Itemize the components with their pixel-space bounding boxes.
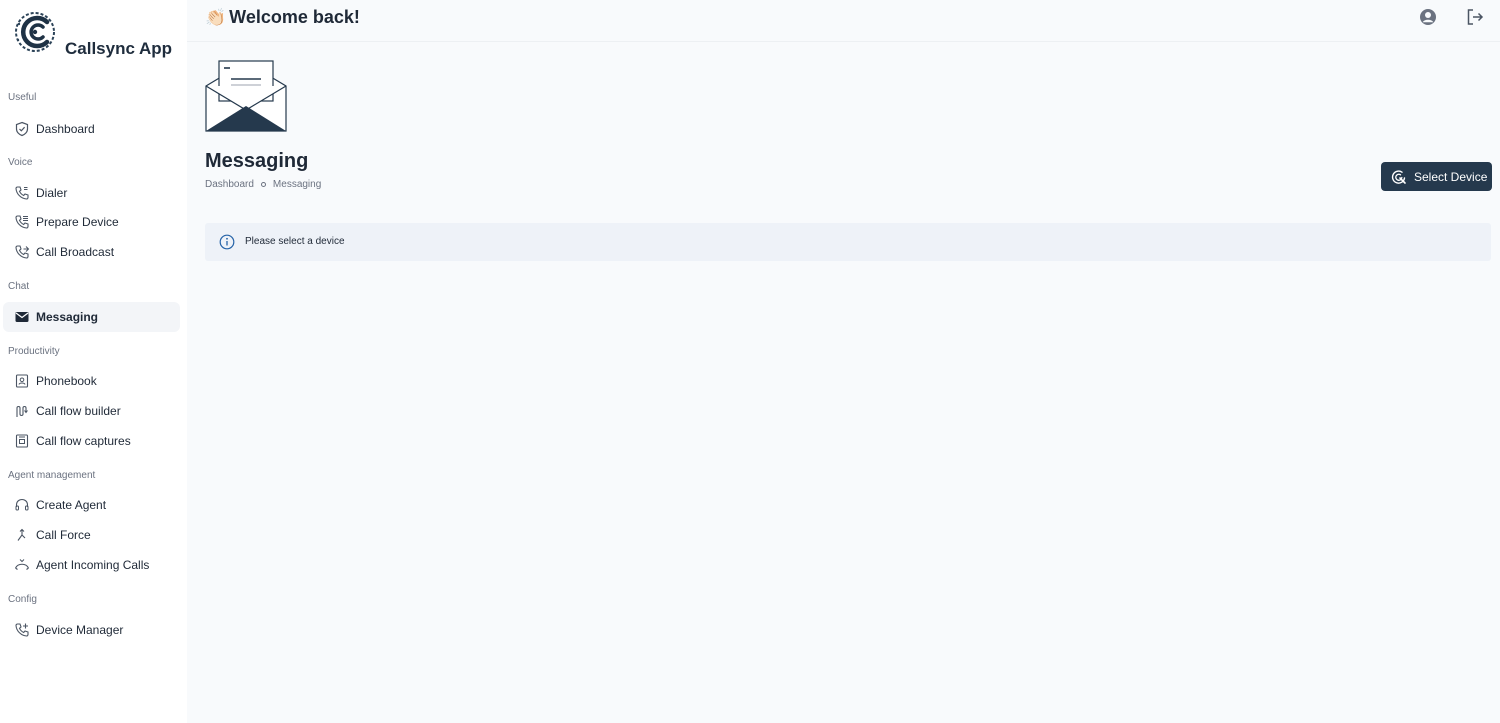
- phone-icon: [15, 186, 29, 200]
- sidebar-item-prepare-device[interactable]: Prepare Device: [3, 207, 180, 237]
- section-config: Config: [8, 594, 37, 605]
- breadcrumb-dashboard[interactable]: Dashboard: [205, 179, 254, 190]
- welcome-text: Welcome back!: [229, 7, 360, 27]
- sidebar-item-messaging[interactable]: Messaging: [3, 302, 180, 332]
- sidebar-item-create-agent[interactable]: Create Agent: [3, 490, 180, 520]
- info-alert: Please select a device: [205, 223, 1491, 261]
- sidebar-item-phonebook[interactable]: Phonebook: [3, 366, 180, 396]
- phone-forward-icon: [15, 245, 30, 259]
- phone-plus-icon: [15, 623, 29, 637]
- contact-book-icon: [15, 374, 29, 388]
- sidebar-item-label: Device Manager: [36, 623, 124, 637]
- callsync-logo-icon: [15, 12, 55, 52]
- alert-message: Please select a device: [245, 236, 345, 247]
- sidebar-item-call-force[interactable]: Call Force: [3, 520, 180, 550]
- device-search-icon: [1391, 169, 1406, 184]
- sidebar-item-label: Call Force: [36, 528, 91, 542]
- breadcrumb-current: Messaging: [272, 179, 322, 190]
- page-title: Messaging: [205, 150, 309, 172]
- sidebar-item-label: Dialer: [36, 186, 68, 200]
- sidebar-item-call-flow-builder[interactable]: Call flow builder: [3, 396, 180, 426]
- sidebar-item-dialer[interactable]: Dialer: [3, 178, 180, 208]
- headset-icon: [15, 498, 29, 511]
- sidebar-item-label: Agent Incoming Calls: [36, 558, 150, 572]
- sidebar-item-label: Create Agent: [36, 498, 107, 512]
- section-productivity: Productivity: [8, 346, 60, 357]
- user-account-icon[interactable]: [1418, 7, 1438, 27]
- select-device-button[interactable]: Select Device: [1381, 162, 1492, 191]
- flow-icon: [16, 405, 28, 417]
- sidebar-item-agent-incoming-calls[interactable]: Agent Incoming Calls: [3, 550, 180, 580]
- capture-icon: [15, 434, 29, 448]
- section-agent-management: Agent management: [8, 470, 96, 481]
- section-voice: Voice: [8, 157, 33, 168]
- envelope-icon: [15, 312, 29, 322]
- sidebar-item-call-broadcast[interactable]: Call Broadcast: [3, 237, 180, 267]
- breadcrumb-separator: [260, 182, 266, 187]
- phone-lines-icon: [15, 215, 29, 229]
- sidebar-item-label: Prepare Device: [36, 215, 119, 229]
- sidebar-item-label: Dashboard: [36, 122, 95, 136]
- logout-icon[interactable]: [1465, 7, 1485, 27]
- info-icon: [219, 234, 235, 250]
- sidebar-item-device-manager[interactable]: Device Manager: [3, 615, 180, 645]
- shield-check-icon: [15, 121, 29, 137]
- sidebar-item-call-flow-captures[interactable]: Call flow captures: [3, 426, 180, 456]
- sidebar-item-label: Call flow captures: [36, 434, 131, 448]
- sidebar: Callsync App Useful Dashboard Voice Dial…: [0, 0, 187, 723]
- sidebar-item-label: Call flow builder: [36, 404, 121, 418]
- welcome-heading: 👏🏻 Welcome back!: [205, 7, 360, 28]
- sidebar-item-label: Messaging: [36, 310, 99, 324]
- brand-name: Callsync App: [65, 39, 173, 58]
- clapping-hands-icon: 👏🏻: [205, 8, 227, 27]
- section-useful: Useful: [8, 92, 37, 103]
- incoming-calls-icon: [15, 559, 29, 570]
- sidebar-item-label: Phonebook: [36, 374, 97, 388]
- breadcrumb: Dashboard Messaging: [205, 179, 321, 190]
- merge-arrow-icon: [17, 528, 26, 541]
- top-header: 👏🏻 Welcome back!: [187, 0, 1500, 42]
- envelope-illustration-icon: [205, 60, 287, 132]
- sidebar-item-dashboard[interactable]: Dashboard: [3, 114, 180, 144]
- section-chat: Chat: [8, 281, 30, 292]
- sidebar-item-label: Call Broadcast: [36, 245, 115, 259]
- select-device-label: Select Device: [1414, 169, 1488, 184]
- brand[interactable]: Callsync App: [14, 10, 184, 60]
